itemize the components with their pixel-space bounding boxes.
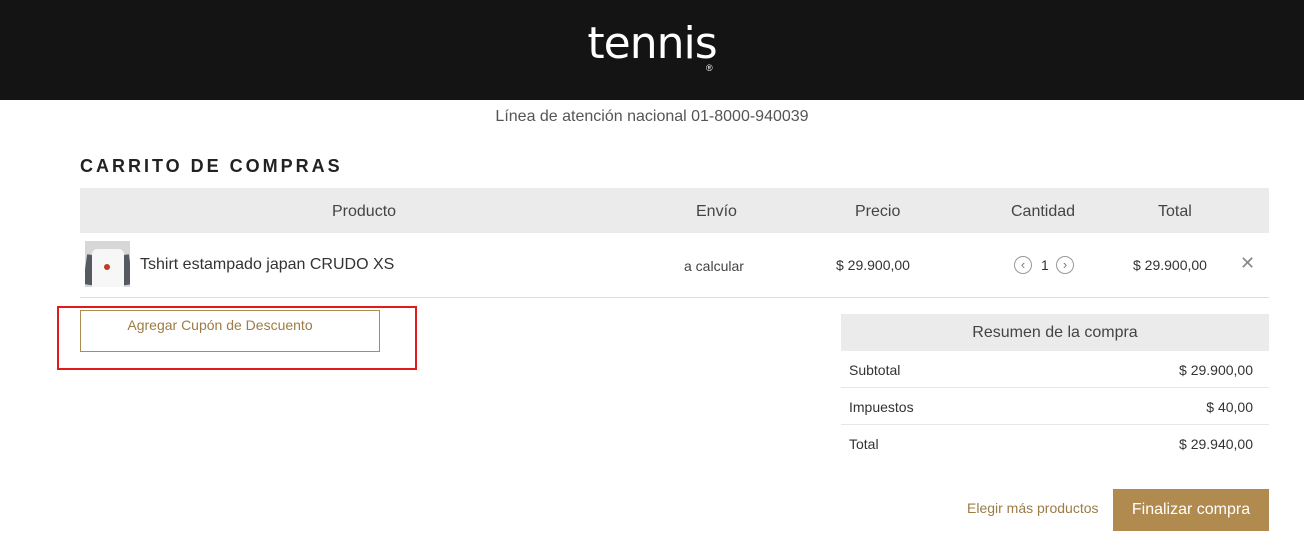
- column-product: Producto: [332, 203, 397, 220]
- registered-mark: ®: [706, 63, 713, 73]
- product-thumbnail[interactable]: [85, 241, 130, 287]
- order-summary: Resumen de la compra Subtotal $ 29.900,0…: [841, 314, 1269, 462]
- chevron-right-circle-icon[interactable]: ›: [1056, 256, 1074, 274]
- checkout-button[interactable]: Finalizar compra: [1113, 489, 1269, 531]
- cart-item-row: Tshirt estampado japan CRUDO XS a calcul…: [80, 233, 1269, 298]
- summary-label: Impuestos: [849, 399, 914, 415]
- page-title: CARRITO DE COMPRAS: [80, 156, 343, 176]
- site-header: tennis ®: [0, 0, 1304, 100]
- column-total: Total: [1158, 203, 1192, 220]
- shipping-value: a calcular: [684, 258, 744, 274]
- customer-service-line: Línea de atención nacional 01-8000-94003…: [495, 108, 809, 125]
- summary-label: Subtotal: [849, 362, 901, 378]
- summary-value: $ 40,00: [1206, 399, 1253, 415]
- continue-shopping-link[interactable]: Elegir más productos: [967, 500, 1099, 516]
- chevron-left-circle-icon[interactable]: ‹: [1014, 256, 1032, 274]
- highlight-box: [57, 306, 417, 370]
- summary-value: $ 29.940,00: [1179, 436, 1253, 452]
- summary-value: $ 29.900,00: [1179, 362, 1253, 378]
- summary-row-total: Total $ 29.940,00: [841, 425, 1269, 462]
- brand-logo[interactable]: tennis: [0, 22, 1304, 66]
- product-name[interactable]: Tshirt estampado japan CRUDO XS: [140, 256, 394, 274]
- column-quantity: Cantidad: [1011, 203, 1076, 220]
- cart-table-header: Producto Envío Precio Cantidad Total: [80, 188, 1269, 233]
- summary-row-taxes: Impuestos $ 40,00: [841, 388, 1269, 425]
- summary-title: Resumen de la compra: [841, 314, 1269, 351]
- column-shipping: Envío: [696, 203, 737, 220]
- summary-label: Total: [849, 436, 879, 452]
- unit-price: $ 29.900,00: [836, 257, 910, 273]
- summary-row-subtotal: Subtotal $ 29.900,00: [841, 351, 1269, 388]
- quantity-value: 1: [1041, 257, 1049, 273]
- column-price: Precio: [855, 203, 901, 220]
- line-total: $ 29.900,00: [1133, 257, 1207, 273]
- close-icon[interactable]: ✕: [1240, 253, 1255, 274]
